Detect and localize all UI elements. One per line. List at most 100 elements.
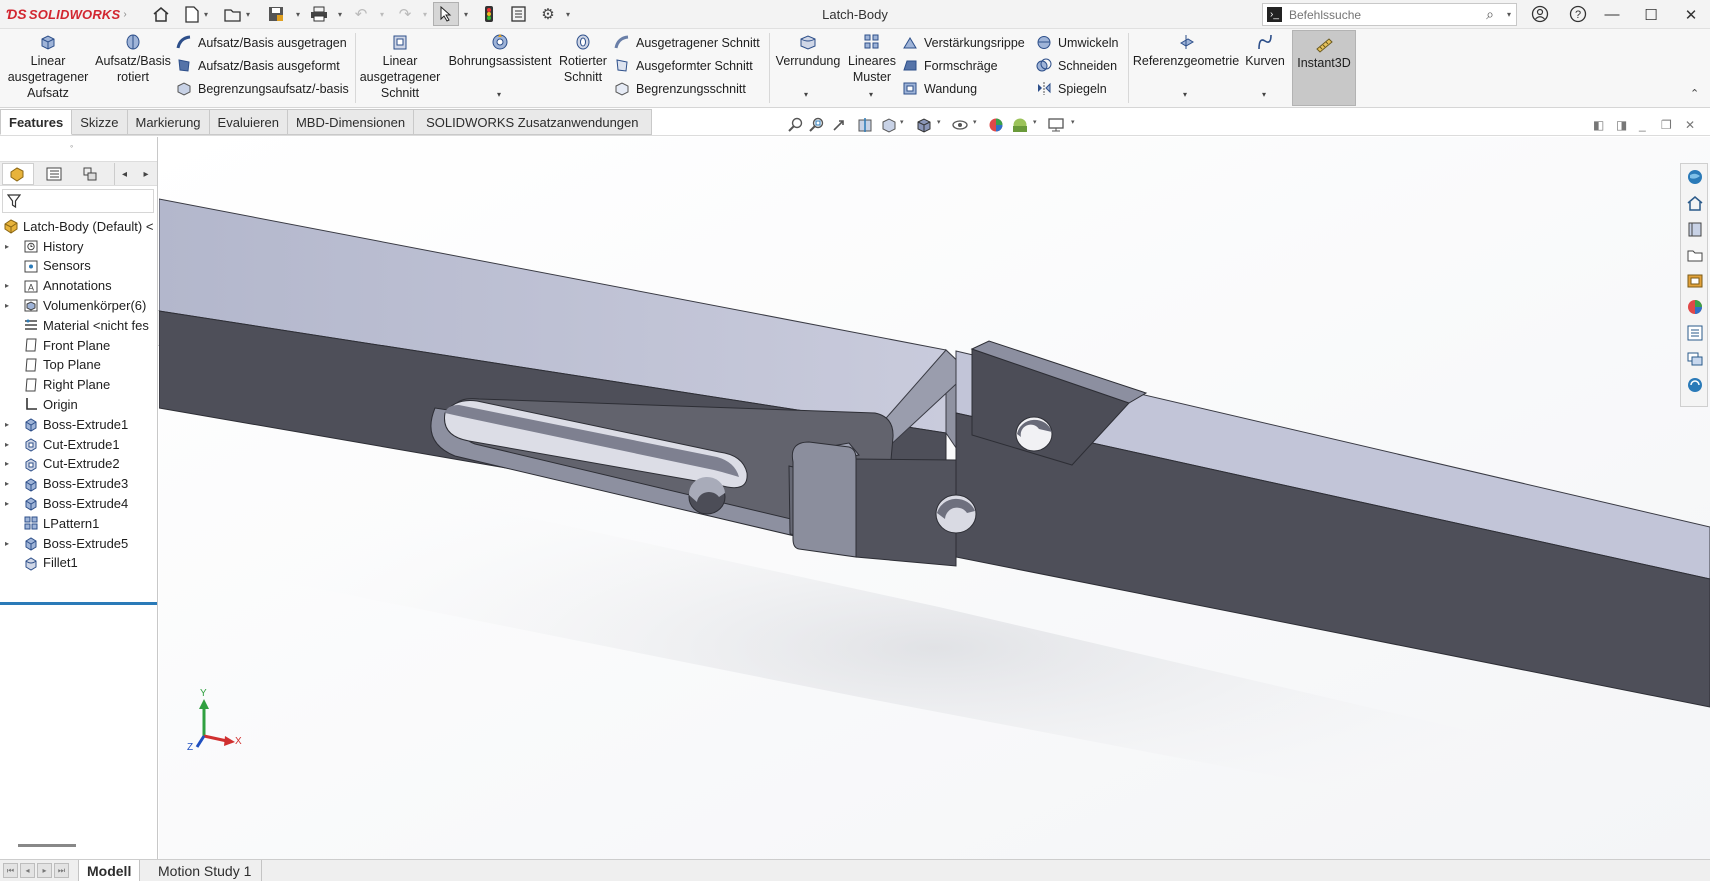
redo-dropdown-icon[interactable]: ▾ [421,8,429,20]
search-dropdown-icon[interactable]: ▾ [1507,10,1511,19]
hide-show-dropdown-icon[interactable]: ▾ [973,118,977,126]
view-settings-dropdown-icon[interactable]: ▾ [1071,118,1075,126]
fillet-dropdown-icon[interactable]: ▾ [804,90,808,99]
swept-cut-button[interactable]: Ausgetragener Schnitt [614,35,760,50]
linear-pattern-dropdown-icon[interactable]: ▾ [869,90,873,99]
maximize-window-icon[interactable]: ☐ [1636,2,1666,27]
tree-item[interactable]: ▸ Boss-Extrude5 [0,533,157,553]
help-icon[interactable]: ? [1567,3,1589,25]
tab-mbd-dimensions[interactable]: MBD-Dimensionen [287,109,415,135]
print-dropdown-icon[interactable]: ▾ [336,8,344,20]
tree-item[interactable]: Sensors [0,256,157,276]
new-dropdown-icon[interactable]: ▾ [202,8,210,20]
tree-item[interactable]: ▸ A Annotations [0,276,157,296]
command-search-input[interactable] [1289,6,1469,23]
tabs-scroll-right-icon[interactable]: ▸ [136,163,156,185]
tree-item[interactable]: LPattern1 [0,513,157,533]
tree-item[interactable]: Front Plane [0,335,157,355]
rib-button[interactable]: Verstärkungsrippe [902,35,1025,50]
edit-appearance-icon[interactable] [987,117,1005,133]
zoom-to-area-icon[interactable] [808,117,826,133]
file-explorer-icon[interactable] [1686,246,1704,264]
tree-item[interactable]: Right Plane [0,375,157,395]
expand-arrow-icon[interactable]: ▸ [5,459,15,468]
panel-horizontal-scrollbar[interactable] [18,844,76,847]
zoom-to-fit-icon[interactable] [787,117,805,133]
curves-button[interactable]: Kurven [1240,33,1290,69]
collapse-ribbon-icon[interactable]: ⌃ [1690,87,1699,100]
command-search-box[interactable]: ›_ ⌕ ▾ [1262,3,1517,26]
tab-motion-study-1[interactable]: Motion Study 1 [148,860,263,881]
lofted-boss-button[interactable]: Aufsatz/Basis ausgeformt [176,58,340,73]
revolved-cut-button[interactable]: Rotierter Schnitt [554,33,612,85]
viewport-split-right-icon[interactable]: ◨ [1616,118,1627,132]
boundary-boss-button[interactable]: Begrenzungsaufsatz/-basis [176,81,349,96]
undo-dropdown-icon[interactable]: ▾ [378,8,386,20]
user-account-icon[interactable] [1529,3,1551,25]
print-icon[interactable] [308,3,330,25]
tree-item[interactable]: Top Plane [0,355,157,375]
select-dropdown-icon[interactable]: ▾ [462,8,470,20]
tree-item[interactable]: Origin [0,394,157,414]
configurationmanager-tab[interactable] [74,163,106,185]
view-orientation-dropdown-icon[interactable]: ▾ [900,118,904,126]
apply-scene-icon[interactable] [1011,117,1029,133]
expand-arrow-icon[interactable]: ▸ [5,301,15,310]
hole-wizard-dropdown-icon[interactable]: ▾ [497,90,501,99]
wrap-button[interactable]: Umwickeln [1036,35,1118,50]
open-folder-icon[interactable] [222,3,244,25]
hide-show-items-icon[interactable] [951,117,969,133]
tab-features[interactable]: Features [0,109,73,135]
expand-arrow-icon[interactable]: ▸ [5,539,15,548]
solidworks-resources-icon[interactable] [1686,168,1704,186]
linear-pattern-button[interactable]: Lineares Muster [846,33,898,85]
options-dropdown-icon[interactable]: ▾ [564,8,572,20]
tab-solidworks-addins[interactable]: SOLIDWORKS Zusatzanwendungen [414,109,652,135]
revolved-boss-button[interactable]: Aufsatz/Basis rotiert [93,33,173,85]
tabs-scroll-left-icon[interactable]: ◂ [114,163,134,185]
solidworks-logo[interactable]: ƊS SOLIDWORKS [6,6,120,22]
tree-item[interactable]: ▸ Boss-Extrude3 [0,474,157,494]
tree-filter-box[interactable] [2,189,154,213]
hole-wizard-button[interactable]: Bohrungsassistent [446,33,554,69]
select-cursor-icon[interactable] [433,2,459,26]
shell-button[interactable]: Wandung [902,81,977,96]
options-gear-icon[interactable]: ⚙ [537,3,559,25]
curves-dropdown-icon[interactable]: ▾ [1262,90,1266,99]
design-library-icon[interactable] [1686,220,1704,238]
first-tab-icon[interactable]: ⏮ [3,863,18,878]
expand-arrow-icon[interactable]: ▸ [5,242,15,251]
rollback-bar[interactable] [0,602,157,605]
boundary-cut-button[interactable]: Begrenzungsschnitt [614,81,746,96]
viewport-minimize-icon[interactable]: _ [1639,118,1646,132]
minimize-window-icon[interactable]: — [1597,2,1627,27]
tab-model[interactable]: Modell [78,860,141,881]
apply-scene-dropdown-icon[interactable]: ▾ [1033,118,1037,126]
extruded-boss-button[interactable]: Linear ausgetragener Aufsatz [4,33,92,101]
propertymanager-tab[interactable] [38,163,70,185]
tree-item[interactable]: ▸ Boss-Extrude4 [0,493,157,513]
expand-arrow-icon[interactable]: ▸ [5,479,15,488]
save-icon[interactable] [265,3,287,25]
tab-evaluate[interactable]: Evaluieren [209,109,288,135]
tree-item[interactable]: Fillet1 [0,553,157,573]
featuremanager-tab[interactable] [2,163,34,185]
mirror-button[interactable]: Spiegeln [1036,81,1107,96]
instant3d-toggle[interactable]: Instant3D [1292,30,1356,106]
expand-arrow-icon[interactable]: ▸ [5,440,15,449]
custom-properties-icon[interactable] [1686,324,1704,342]
tree-root-part[interactable]: Latch-Body (Default) < [0,216,157,236]
last-tab-icon[interactable]: ⏭ [54,863,69,878]
previous-tab-icon[interactable]: ◂ [20,863,35,878]
redo-icon[interactable]: ↷ [394,3,416,25]
save-dropdown-icon[interactable]: ▾ [294,8,302,20]
solidworks-community-icon[interactable] [1686,376,1704,394]
section-view-icon[interactable] [856,117,874,133]
draft-button[interactable]: Formschräge [902,58,998,73]
appearances-icon[interactable] [1686,298,1704,316]
previous-view-icon[interactable] [831,117,849,133]
viewport-restore-icon[interactable]: ❐ [1661,118,1672,132]
tree-item[interactable]: ▸ History [0,236,157,256]
viewport-close-icon[interactable]: ✕ [1685,118,1695,132]
panel-collapse-icon[interactable]: ◦ [70,141,73,151]
